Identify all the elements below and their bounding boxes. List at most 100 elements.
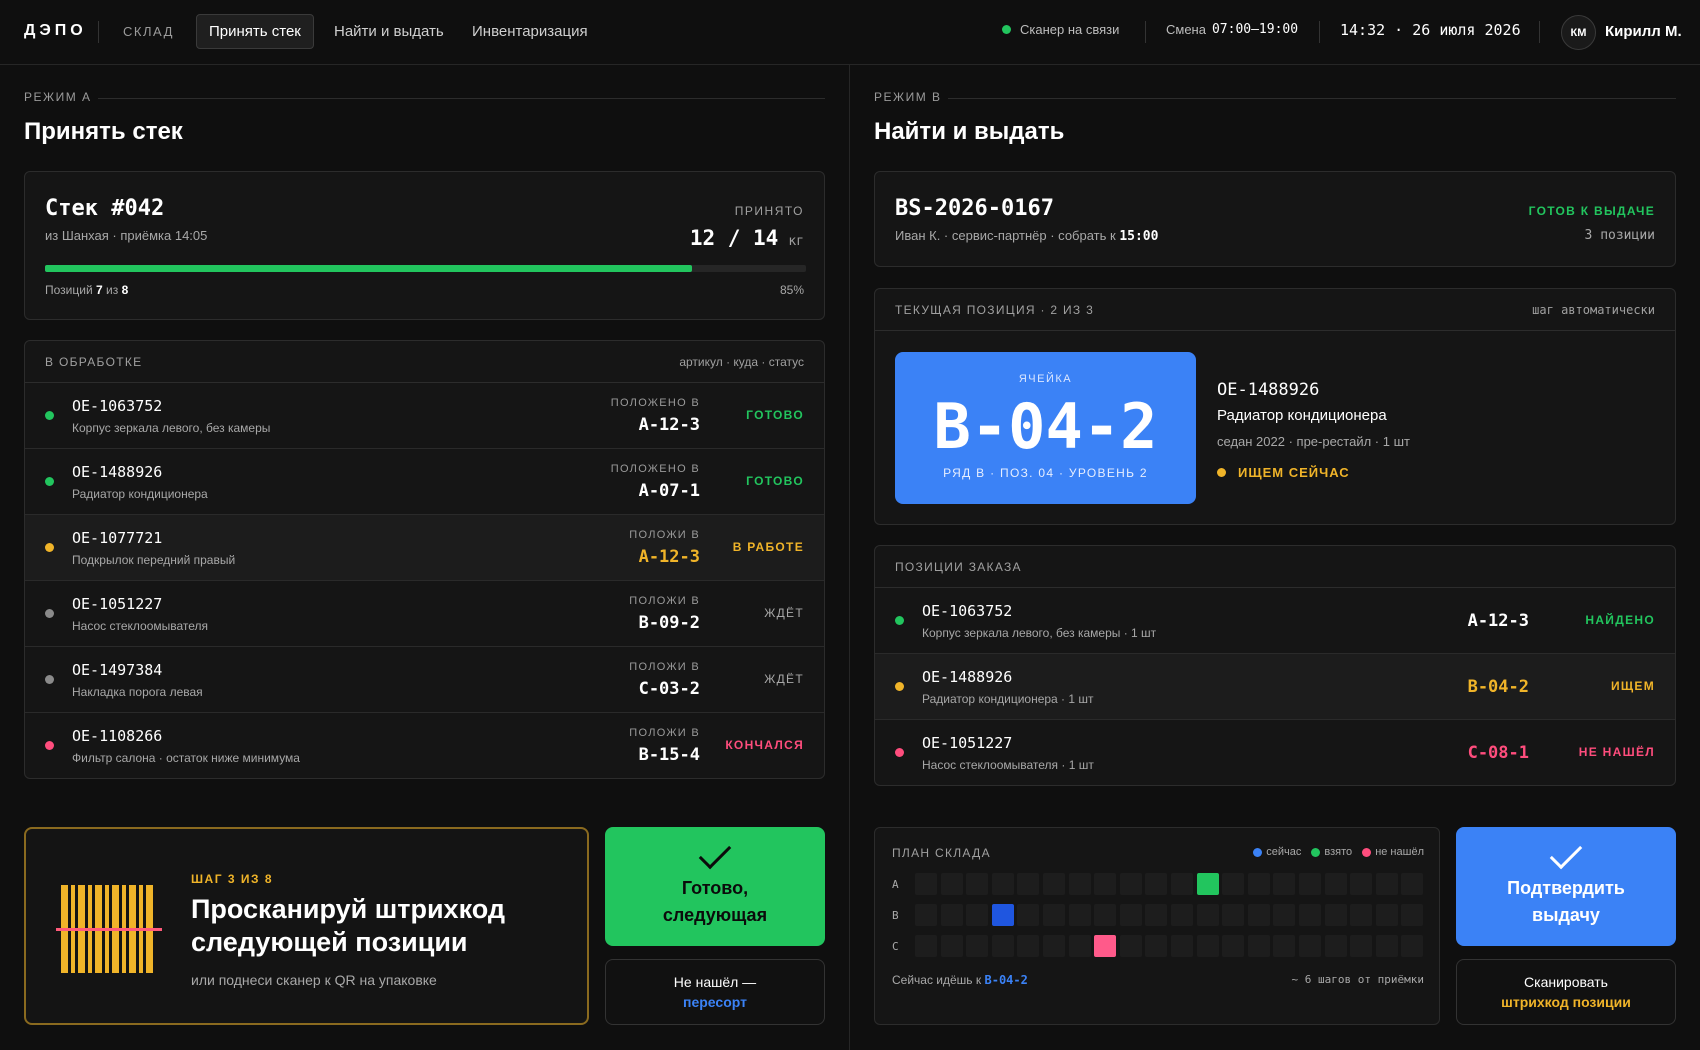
done-line2: следующая <box>662 904 768 925</box>
progress-percent: 85% <box>779 283 804 297</box>
map-cell[interactable] <box>1324 904 1347 926</box>
map-cell[interactable] <box>1145 935 1168 957</box>
processing-list: OE-1063752 Корпус зеркала левого, без кам… <box>25 383 824 778</box>
map-cell[interactable] <box>1145 904 1168 926</box>
map-cell[interactable] <box>966 873 989 895</box>
positions-mid: из <box>106 283 119 297</box>
table-row[interactable]: OE-1063752 Корпус зеркала левого, без кам… <box>25 383 824 449</box>
map-cell[interactable] <box>1401 904 1424 926</box>
map-cell[interactable] <box>1273 904 1296 926</box>
map-cell[interactable] <box>966 904 989 926</box>
map-cell[interactable] <box>966 935 989 957</box>
row-article: OE-1077721 <box>72 529 163 547</box>
map-cell[interactable] <box>1222 873 1245 895</box>
scan-line1: Сканировать <box>1524 974 1608 990</box>
user-name[interactable]: Кирилл М. <box>1605 23 1682 40</box>
map-cell[interactable] <box>1273 935 1296 957</box>
map-cell[interactable] <box>1247 904 1270 926</box>
map-cell[interactable] <box>1247 935 1270 957</box>
map-cell[interactable] <box>1222 935 1245 957</box>
map-cell[interactable] <box>1094 935 1117 957</box>
status-badge: КОНЧАЛСЯ <box>725 738 804 752</box>
map-cell[interactable] <box>991 904 1014 926</box>
order-status-badge: ГОТОВ К ВЫДАЧЕ <box>1528 204 1655 218</box>
map-cell[interactable] <box>1171 935 1193 957</box>
map-cell[interactable] <box>1171 904 1193 926</box>
map-cell[interactable] <box>1401 873 1424 895</box>
map-cell[interactable] <box>1299 935 1321 957</box>
map-cell[interactable] <box>1119 935 1142 957</box>
tab-inventory[interactable]: Инвентаризация <box>460 14 600 49</box>
table-row[interactable]: OE-1108266 Фильтр салона · остаток ниже м… <box>25 713 824 779</box>
tab-find-issue[interactable]: Найти и выдать <box>322 14 456 49</box>
map-cell[interactable] <box>1196 935 1219 957</box>
map-cell[interactable] <box>1017 873 1040 895</box>
map-cell[interactable] <box>1094 904 1117 926</box>
tab-accept-stack[interactable]: Принять стек <box>196 14 314 49</box>
map-cell[interactable] <box>1068 935 1091 957</box>
table-row[interactable]: OE-1051227 Насос стеклоомывателя ПОЛОЖИ В B… <box>25 581 824 647</box>
map-cell[interactable] <box>1350 904 1373 926</box>
map-cell[interactable] <box>1196 873 1219 895</box>
map-cell[interactable] <box>940 873 963 895</box>
map-cell[interactable] <box>1324 873 1347 895</box>
processing-columns: артикул · куда · статус <box>679 355 804 369</box>
map-cell[interactable] <box>991 935 1014 957</box>
table-row[interactable]: OE-1488926 Радиатор кондиционера ПОЛОЖЕНО … <box>25 449 824 515</box>
map-cell[interactable] <box>1299 873 1321 895</box>
map-cell[interactable] <box>940 935 963 957</box>
map-cell[interactable] <box>1043 935 1065 957</box>
map-cell[interactable] <box>1043 873 1065 895</box>
row-article: OE-1488926 <box>922 668 1013 686</box>
order-row[interactable]: OE-1488926 Радиатор кондиционера · 1 шт B-… <box>875 654 1675 720</box>
status-badge: ЖДЁТ <box>764 606 804 620</box>
order-row[interactable]: OE-1063752 Корпус зеркала левого, без кам… <box>875 588 1675 654</box>
map-cell[interactable] <box>1119 873 1142 895</box>
map-cell[interactable] <box>940 904 963 926</box>
order-row[interactable]: OE-1051227 Насос стеклоомывателя · 1 шт C-… <box>875 720 1675 786</box>
row-place-label: ПОЛОЖЕНО В <box>610 463 700 475</box>
map-cell[interactable] <box>915 935 937 957</box>
map-cell[interactable] <box>915 904 937 926</box>
map-cell[interactable] <box>1247 873 1270 895</box>
status-dot-icon <box>45 543 54 552</box>
map-cell[interactable] <box>1196 904 1219 926</box>
row-cell: A-12-3 <box>638 547 700 567</box>
confirm-issue-button[interactable]: Подтвердить выдачу <box>1456 827 1676 946</box>
status-badge: ЖДЁТ <box>764 672 804 686</box>
map-cell[interactable] <box>1273 873 1296 895</box>
section-label: СКЛАД <box>123 24 174 39</box>
not-found-button[interactable]: Не нашёл — пересорт <box>605 959 825 1025</box>
map-cell[interactable] <box>1017 935 1040 957</box>
map-cell[interactable] <box>1043 904 1065 926</box>
done-next-button[interactable]: Готово, следующая <box>605 827 825 946</box>
map-cell[interactable] <box>1171 873 1193 895</box>
order-positions: 3 позиции <box>1584 228 1655 243</box>
map-cell[interactable] <box>915 873 937 895</box>
map-cell[interactable] <box>1401 935 1424 957</box>
map-cell[interactable] <box>1375 904 1398 926</box>
status-dot-icon <box>895 616 904 625</box>
map-cell[interactable] <box>1350 873 1373 895</box>
row-cell: C-08-1 <box>1467 743 1529 763</box>
avatar[interactable]: КМ <box>1561 15 1596 50</box>
scan-barcode-button[interactable]: Сканировать штрихкод позиции <box>1456 959 1676 1025</box>
map-cell[interactable] <box>1324 935 1347 957</box>
map-cell[interactable] <box>1094 873 1117 895</box>
map-cell[interactable] <box>1119 904 1142 926</box>
map-cell[interactable] <box>1375 935 1398 957</box>
cell-code: B-04-2 <box>933 390 1158 463</box>
table-row[interactable]: OE-1077721 Подкрылок передний правый ПОЛОЖ… <box>25 515 824 581</box>
map-cell[interactable] <box>991 873 1014 895</box>
map-cell[interactable] <box>1068 873 1091 895</box>
map-cell[interactable] <box>1017 904 1040 926</box>
processing-panel: В ОБРАБОТКЕ артикул · куда · статус OE-1… <box>24 340 825 779</box>
table-row[interactable]: OE-1497384 Накладка порога левая ПОЛОЖИ В C… <box>25 647 824 713</box>
map-cell[interactable] <box>1350 935 1373 957</box>
map-cell[interactable] <box>1299 904 1321 926</box>
map-cell[interactable] <box>1222 904 1245 926</box>
map-cell[interactable] <box>1068 904 1091 926</box>
status-badge: ГОТОВО <box>746 408 804 422</box>
map-cell[interactable] <box>1375 873 1398 895</box>
map-cell[interactable] <box>1145 873 1168 895</box>
